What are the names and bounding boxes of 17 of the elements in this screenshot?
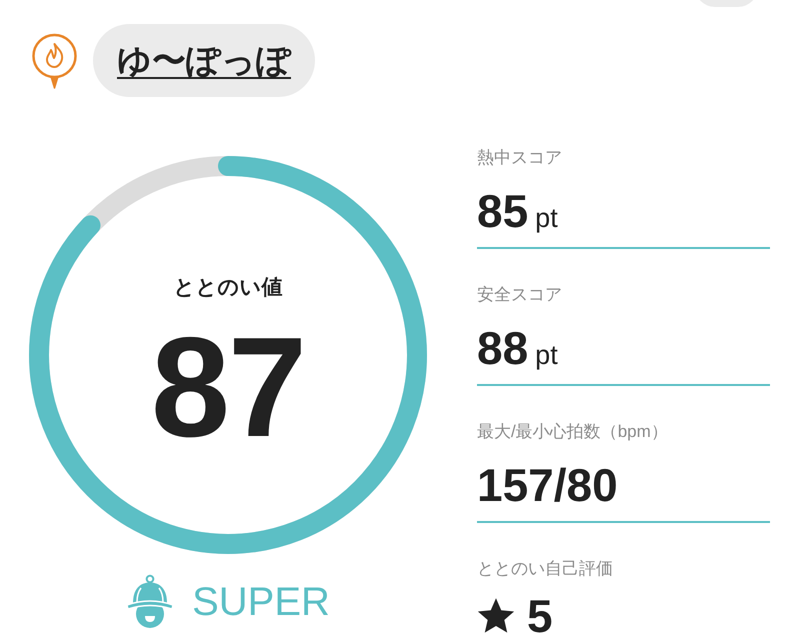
metric-label: ととのい自己評価 <box>477 559 614 579</box>
metric-value: 88 <box>477 325 528 371</box>
metric-label: 安全スコア <box>477 285 563 305</box>
rating-value: 5 <box>527 593 553 639</box>
metric-value: 85 <box>477 188 528 234</box>
metric-value: 157/80 <box>477 462 618 508</box>
gauge-value: 87 <box>151 317 305 459</box>
metric-label: 最大/最小心拍数（bpm） <box>477 422 669 442</box>
star-icon <box>477 597 515 635</box>
gauge-label: ととのい値 <box>173 276 282 300</box>
rank-label: SUPER <box>192 578 330 626</box>
user-name-button[interactable]: ゆ〜ぽっぽ <box>93 24 315 97</box>
unit-text: pt <box>535 340 558 370</box>
metric-label: 熱中スコア <box>477 148 563 168</box>
flame-pin-icon <box>31 32 78 88</box>
unit-text: pt <box>535 203 558 233</box>
bell-hat-mascot-icon <box>126 574 174 629</box>
